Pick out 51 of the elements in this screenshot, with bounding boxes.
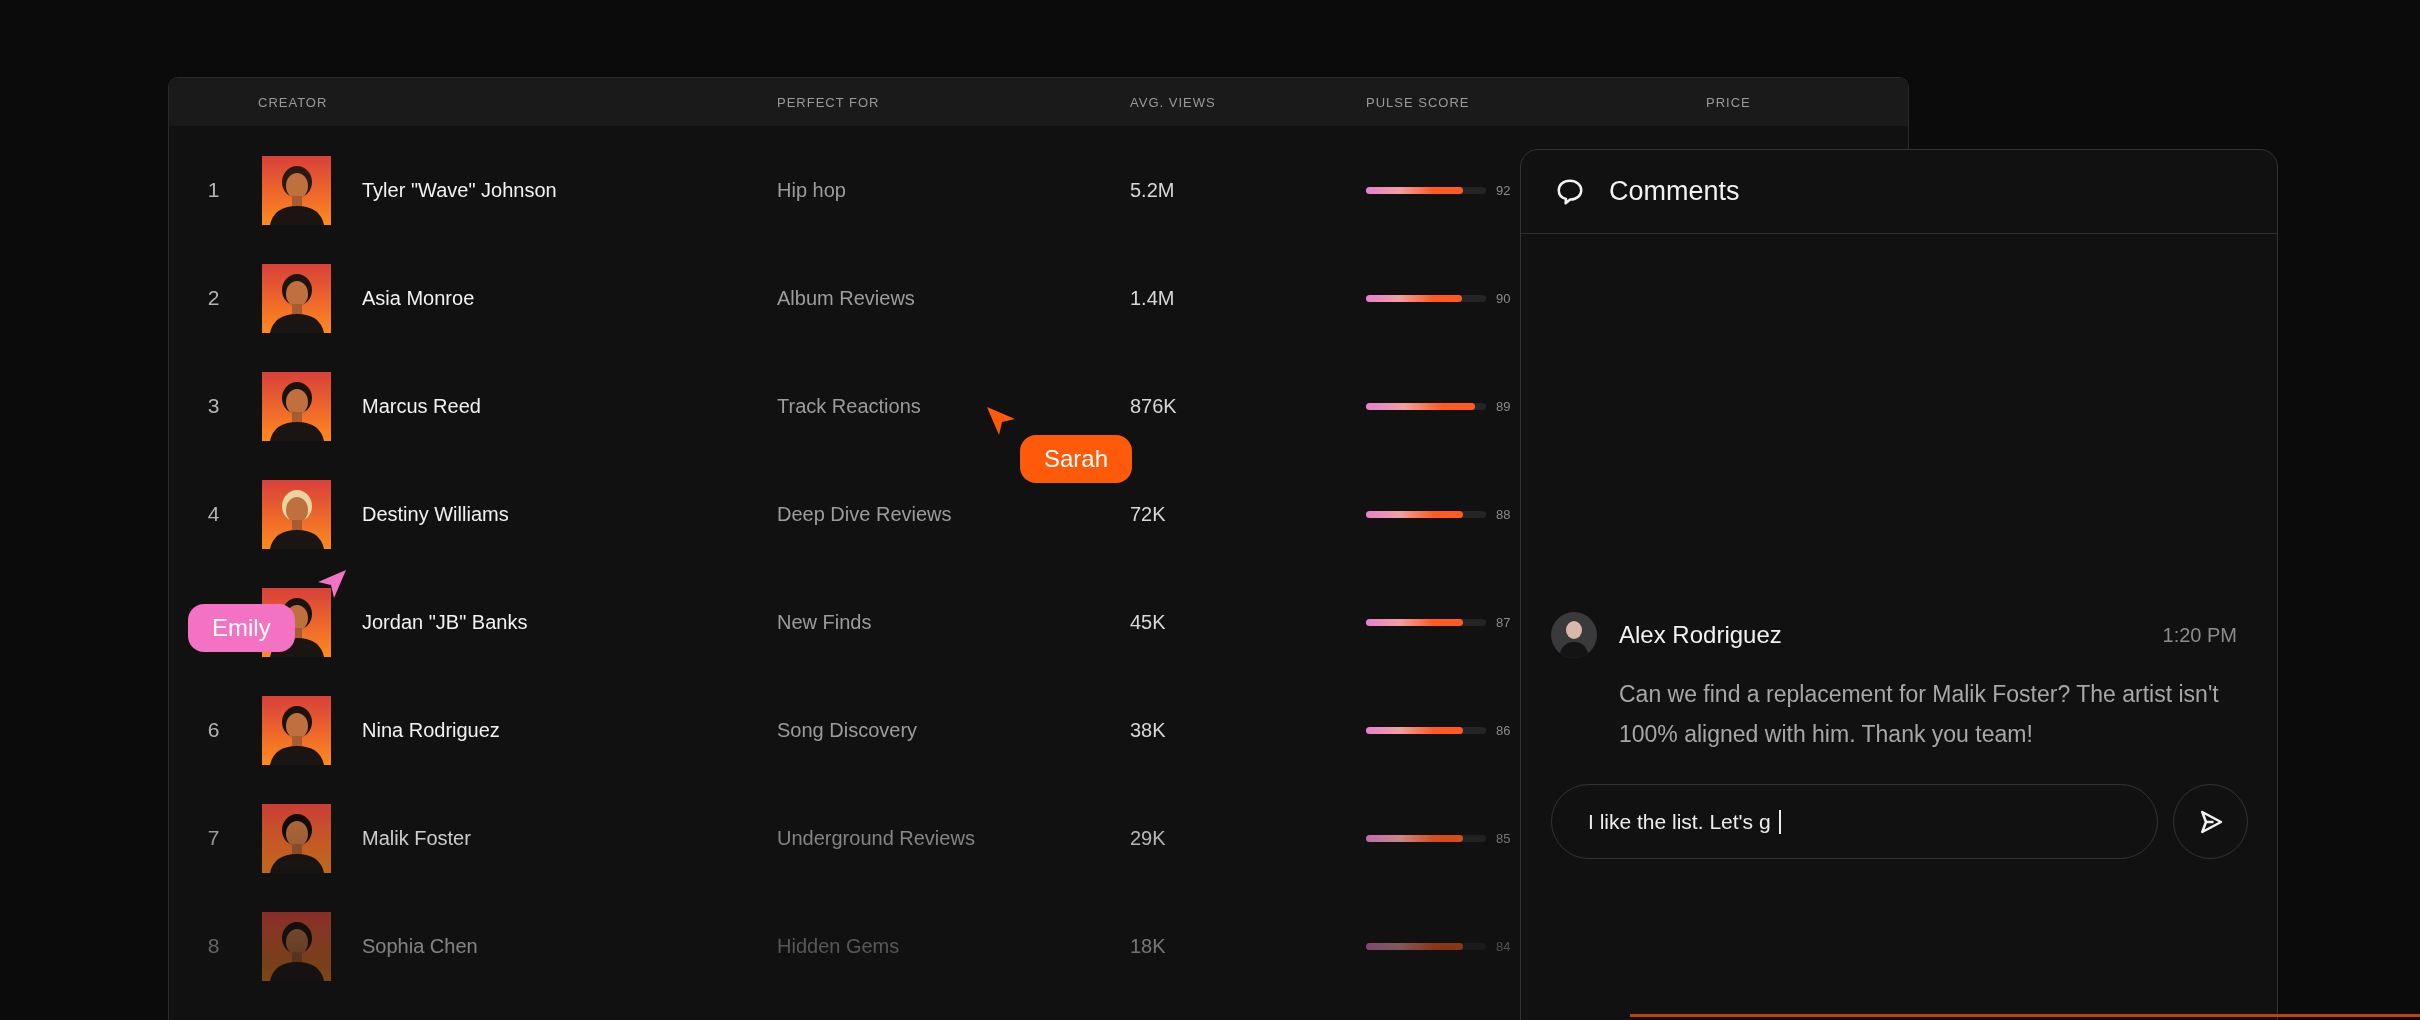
creator-name: Jordan "JB" Banks <box>362 610 529 634</box>
perfect-for-cell-text: Hip hop <box>777 178 847 202</box>
rank-number: 8 <box>206 934 221 958</box>
pulse-score-value: 86 <box>1496 722 1511 738</box>
panel-title: Comments <box>1609 176 1740 207</box>
avg-views-cell-text: 72K <box>1130 502 1167 526</box>
perfect-for-cell-text: Album Reviews <box>777 286 916 310</box>
avg-views-cell-text: 5.2M <box>1130 178 1176 202</box>
creator-name: Nina Rodriguez <box>362 718 501 742</box>
creator-name: Destiny Williams <box>362 502 510 526</box>
comment-author: Alex Rodriguez <box>1619 621 1783 649</box>
pulse-score-value: 88 <box>1496 506 1511 522</box>
pulse-score-value: 87 <box>1496 614 1511 630</box>
rank-number: 6 <box>206 718 221 742</box>
creator-name: Marcus Reed <box>362 394 482 418</box>
cursor-label: Emily <box>188 604 295 652</box>
rank-number: 7 <box>206 826 221 850</box>
creator-name: Tyler "Wave" Johnson <box>362 178 558 202</box>
perfect-for-cell-text: Track Reactions <box>777 394 922 418</box>
column-header: AVG. VIEWS <box>1130 94 1217 110</box>
column-header: PERFECT FOR <box>777 94 881 110</box>
avg-views-cell-text: 18K <box>1130 934 1167 958</box>
comment-time: 1:20 PM <box>2162 623 2237 647</box>
column-header: CREATOR <box>258 94 329 110</box>
column-header: PULSE SCORE <box>1366 94 1471 110</box>
pulse-score-value: 89 <box>1496 398 1511 414</box>
user-avatar <box>1551 612 1597 658</box>
pulse-score-value: 85 <box>1496 830 1511 846</box>
perfect-for-cell-text: Underground Reviews <box>777 826 976 850</box>
avg-views-cell-text: 38K <box>1130 718 1167 742</box>
rank-number: 2 <box>206 286 221 310</box>
avg-views-cell-text: 45K <box>1130 610 1167 634</box>
rank-number: 4 <box>206 502 221 526</box>
creator-name: Asia Monroe <box>362 286 476 310</box>
avg-views-cell-text: 1.4M <box>1130 286 1176 310</box>
pulse-score-value: 84 <box>1496 938 1511 954</box>
perfect-for-cell-text: Hidden Gems <box>777 934 901 958</box>
rank-number: 1 <box>206 178 221 202</box>
avg-views-cell-text: 876K <box>1130 394 1178 418</box>
perfect-for-cell-text: New Finds <box>777 610 873 634</box>
avg-views-cell-text: 29K <box>1130 826 1167 850</box>
creator-name: Sophia Chen <box>362 934 479 958</box>
creator-name: Malik Foster <box>362 826 472 850</box>
cursor-label: Sarah <box>1020 435 1133 483</box>
rank-number: 3 <box>206 394 221 418</box>
pulse-score-value: 92 <box>1496 182 1511 198</box>
column-header: PRICE <box>1706 94 1752 110</box>
pulse-score-value: 90 <box>1496 290 1511 306</box>
perfect-for-cell-text: Song Discovery <box>777 718 919 742</box>
perfect-for-cell-text: Deep Dive Reviews <box>777 502 953 526</box>
comment-text: Can we find a replacement for Malik Foster? The artist isn't 100% aligned with him. Thank you team! <box>1619 680 2220 749</box>
